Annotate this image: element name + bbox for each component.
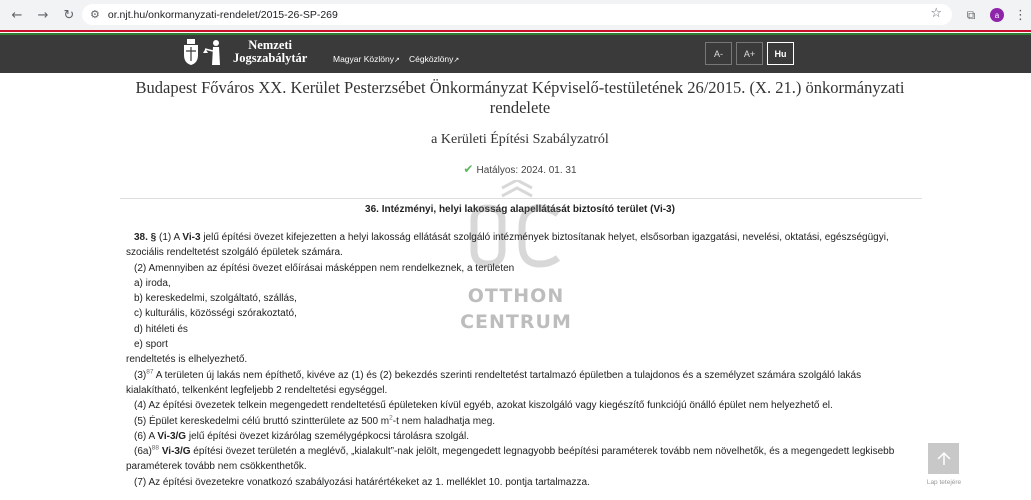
arrow-up-icon <box>936 451 951 465</box>
document-subtitle: a Kerületi Építési Szabályzatról <box>431 132 609 147</box>
check-icon: ✔ <box>463 162 474 176</box>
language-button[interactable]: Hu <box>767 42 794 65</box>
paragraph-5: (5) Épület kereskedelmi célú bruttó szin… <box>134 414 496 427</box>
effective-date: ✔ Hatályos: 2024. 01. 31 <box>120 162 920 176</box>
site-header: Nemzeti Jogszabálytár Magyar Közlöny↗ Cé… <box>0 35 1031 73</box>
divider <box>120 198 922 199</box>
font-increase-button[interactable]: A+ <box>736 42 763 65</box>
list-item: d) hitéleti és <box>134 323 188 335</box>
font-decrease-button[interactable]: A- <box>705 42 732 65</box>
justice-figure-icon <box>203 40 220 65</box>
section-title: 36. Intézményi, helyi lakosság alapellát… <box>365 204 675 215</box>
back-to-top-button[interactable] <box>928 443 959 474</box>
bookmark-star-icon[interactable]: ☆ <box>930 6 942 21</box>
coat-of-arms-icon <box>184 39 198 65</box>
site-logo[interactable]: Nemzeti Jogszabálytár <box>183 39 307 65</box>
url-text: or.njt.hu/onkormanyzati-rendelet/2015-26… <box>107 8 338 21</box>
paragraph-2-end: rendeltetés is elhelyezhető. <box>126 354 248 366</box>
address-bar[interactable]: ⚙ or.njt.hu/onkormanyzati-rendelet/2015-… <box>82 4 952 25</box>
effective-date-text: Hatályos: 2024. 01. 31 <box>476 165 577 176</box>
paragraph-4: (4) Az építési övezetek telkein megenged… <box>134 400 833 412</box>
paragraph-6a: (6a)88 Vi-3/G építési övezet területén a… <box>126 444 895 473</box>
document-body: 38. § (1) A Vi-3 jelű építési övezet kif… <box>126 230 912 490</box>
extensions-icon[interactable]: ⧉ <box>962 6 980 24</box>
arrow-left-icon[interactable]: ← <box>8 6 26 24</box>
magyar-kozlony-link[interactable]: Magyar Közlöny↗ <box>333 54 400 64</box>
reload-icon[interactable]: ↻ <box>60 6 78 24</box>
logo-text: Nemzeti Jogszabálytár <box>233 39 307 65</box>
profile-avatar[interactable]: a <box>990 8 1004 22</box>
menu-icon[interactable]: ⋮ <box>1014 8 1027 23</box>
paragraph-38-1: 38. § (1) A Vi-3 jelű építési övezet kif… <box>126 232 889 259</box>
list-item: e) sport <box>134 339 168 351</box>
list-item: a) iroda, <box>134 277 171 289</box>
paragraph-7: (7) Az építési övezetekre vonatkozó szab… <box>134 476 590 488</box>
site-info-icon[interactable]: ⚙ <box>90 8 100 21</box>
external-link-icon: ↗ <box>393 56 400 64</box>
external-link-icon: ↗ <box>453 56 460 64</box>
logo-line-2: Jogszabálytár <box>233 51 308 65</box>
footnote-link-88[interactable]: 88 <box>152 445 159 452</box>
list-item: c) kulturális, közösségi szórakoztató, <box>134 308 297 320</box>
back-to-top-label: Lap tetejére <box>926 479 962 486</box>
browser-actions: ⧉ a ⋮ <box>962 0 1031 30</box>
cegkozlony-link[interactable]: Cégközlöny↗ <box>409 54 459 64</box>
document-title: Budapest Főváros XX. Kerület Pesterzsébe… <box>135 78 905 117</box>
paragraph-3: (3)87 A területen új lakás nem építhető,… <box>126 368 862 396</box>
paragraph-6: (6) A Vi-3/G jelű építési övezet kizáról… <box>134 430 469 442</box>
list-item: b) kereskedelmi, szolgáltató, szállás, <box>134 293 297 305</box>
arrow-right-icon[interactable]: → <box>34 6 52 24</box>
paragraph-2: (2) Amennyiben az építési övezet előírás… <box>134 262 515 274</box>
browser-toolbar: ← → ↻ ⚙ or.njt.hu/onkormanyzati-rendelet… <box>0 0 1031 30</box>
